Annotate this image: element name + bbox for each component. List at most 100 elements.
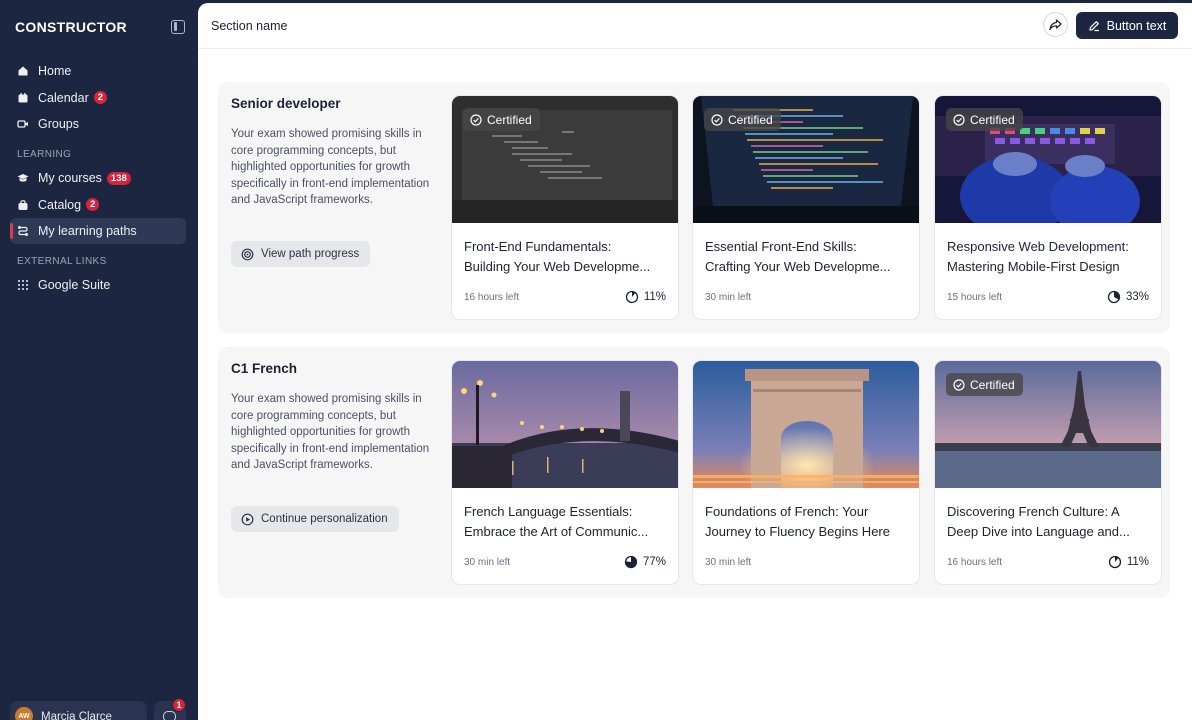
progress-label: 11%: [643, 291, 666, 303]
learning-path-card: C1 French Your exam showed promising ski…: [218, 347, 1170, 598]
view-path-progress-button[interactable]: View path progress: [231, 241, 371, 267]
progress-pie-icon: [1107, 290, 1121, 304]
learning-section-title: LEARNING: [17, 148, 72, 160]
sidebar-item-label: Calendar: [38, 90, 89, 105]
course-title-line-2: Mastering Mobile-First Design: [947, 259, 1120, 274]
path-title: C1 French: [231, 361, 298, 376]
sidebar-item-label: My courses: [38, 171, 102, 185]
sidebar-item-my-courses[interactable]: My courses 138: [10, 165, 186, 191]
primary-button-label: Button text: [1106, 18, 1167, 33]
user-menu[interactable]: AW Marcia Clarce: [10, 701, 147, 720]
route-icon: [17, 225, 29, 237]
path-button-label: View path progress: [261, 248, 360, 260]
course-card[interactable]: Certified Responsive Web Development: Ma…: [934, 95, 1162, 320]
certified-badge: Certified: [946, 373, 1023, 396]
share-button[interactable]: [1043, 12, 1068, 37]
course-title-line-2: Journey to Fluency Begins Here: [705, 524, 890, 539]
certified-badge: Certified: [946, 108, 1023, 131]
course-title-line-1: Foundations of French: Your: [705, 504, 869, 519]
sidebar-item-google-suite[interactable]: Google Suite: [10, 272, 186, 298]
course-thumbnail: Certified: [935, 361, 1161, 488]
chat-badge: 1: [172, 698, 186, 712]
time-left: 16 hours left: [464, 292, 520, 303]
course-card[interactable]: French Language Essentials: Embrace the …: [451, 360, 679, 585]
learning-path-card: Senior developer Your exam showed promis…: [218, 82, 1170, 333]
certified-label: Certified: [487, 112, 532, 127]
course-title-line-1: Discovering French Culture: A: [947, 504, 1120, 519]
sidebar-item-calendar[interactable]: Calendar 2: [10, 85, 186, 111]
primary-action-button[interactable]: Button text: [1076, 12, 1178, 39]
sidebar-item-label: Catalog: [38, 197, 82, 212]
check-badge-icon: [711, 113, 723, 126]
logo-text: CONSTRUCTOR: [15, 19, 127, 35]
progress-label: 33%: [1125, 291, 1149, 303]
certified-label: Certified: [970, 377, 1015, 392]
path-description: Your exam showed promising skills in cor…: [231, 393, 430, 472]
path-button-label: Continue personalization: [261, 513, 388, 525]
play-circle-icon: [241, 513, 254, 526]
external-links-section-title: EXTERNAL LINKS: [17, 255, 107, 267]
video-icon: [17, 118, 29, 130]
course-thumbnail: Certified: [693, 96, 919, 223]
avatar: AW: [15, 707, 33, 720]
course-title-line-1: French Language Essentials:: [464, 504, 633, 519]
course-title: Front-End Fundamentals: Building Your We…: [464, 237, 672, 277]
course-title: Essential Front-End Skills: Crafting You…: [705, 237, 913, 277]
progress-pie-icon: [624, 555, 638, 569]
sidebar-item-label: Home: [38, 64, 72, 78]
grid-icon: [17, 279, 29, 291]
certified-badge: Certified: [463, 108, 540, 131]
course-thumbnail: [452, 361, 678, 488]
bag-icon: [17, 199, 29, 211]
logo[interactable]: CONSTRUCTOR: [15, 19, 127, 35]
time-left: 30 min left: [464, 557, 511, 568]
sidebar-item-label: Groups: [38, 117, 79, 131]
sidebar-item-groups[interactable]: Groups: [10, 111, 186, 137]
header: Section name Button text: [198, 3, 1192, 49]
continue-personalization-button[interactable]: Continue personalization: [231, 506, 399, 532]
course-title: Responsive Web Development: Mastering Mo…: [947, 237, 1155, 277]
course-card[interactable]: Certified Discovering French Culture: A …: [934, 360, 1162, 585]
certified-label: Certified: [728, 112, 773, 127]
sidebar-item-home[interactable]: Home: [10, 58, 186, 84]
sidebar-collapse-icon[interactable]: [171, 20, 185, 34]
course-card[interactable]: Certified Essential Front-End Skills: Cr…: [692, 95, 920, 320]
home-icon: [17, 65, 29, 77]
path-title: Senior developer: [231, 96, 341, 111]
course-progress: 33%: [1107, 290, 1149, 304]
course-title-line-1: Essential Front-End Skills:: [705, 239, 857, 254]
course-card[interactable]: Certified Front-End Fundamentals: Buildi…: [451, 95, 679, 320]
check-badge-icon: [470, 113, 482, 126]
course-title: French Language Essentials: Embrace the …: [464, 502, 672, 542]
sidebar-item-my-learning-paths[interactable]: My learning paths: [10, 218, 186, 244]
time-left: 16 hours left: [947, 557, 1003, 568]
certified-badge: Certified: [704, 108, 781, 131]
course-title-line-2: Building Your Web Developme...: [464, 259, 651, 274]
chat-button[interactable]: 1: [154, 698, 186, 720]
progress-pie-icon: [1108, 555, 1122, 569]
calendar-badge: 2: [93, 91, 108, 104]
path-info: Senior developer Your exam showed promis…: [231, 96, 436, 209]
sidebar-item-label: Google Suite: [38, 278, 111, 292]
course-thumbnail: [693, 361, 919, 488]
main-panel: Section name Button text Senior develope…: [198, 3, 1192, 720]
graduation-cap-icon: [17, 172, 29, 184]
course-thumbnail: Certified: [452, 96, 678, 223]
time-left: 15 hours left: [947, 292, 1003, 303]
catalog-badge: 2: [86, 198, 100, 211]
course-title-line-1: Responsive Web Development:: [947, 239, 1129, 254]
path-info: C1 French Your exam showed promising ski…: [231, 361, 436, 474]
sidebar-item-catalog[interactable]: Catalog 2: [10, 192, 186, 218]
course-title: Foundations of French: Your Journey to F…: [705, 502, 913, 542]
course-title-line-2: Crafting Your Web Developme...: [705, 259, 891, 274]
check-badge-icon: [953, 378, 965, 391]
edit-icon: [1088, 20, 1100, 32]
course-card[interactable]: Foundations of French: Your Journey to F…: [692, 360, 920, 585]
path-description: Your exam showed promising skills in cor…: [231, 128, 430, 207]
time-left: 30 min left: [705, 557, 752, 568]
calendar-icon: [17, 92, 29, 104]
sidebar-item-label: My learning paths: [38, 224, 137, 238]
course-title: Discovering French Culture: A Deep Dive …: [947, 502, 1155, 542]
courses-badge: 138: [106, 171, 131, 185]
share-icon: [1049, 18, 1062, 31]
